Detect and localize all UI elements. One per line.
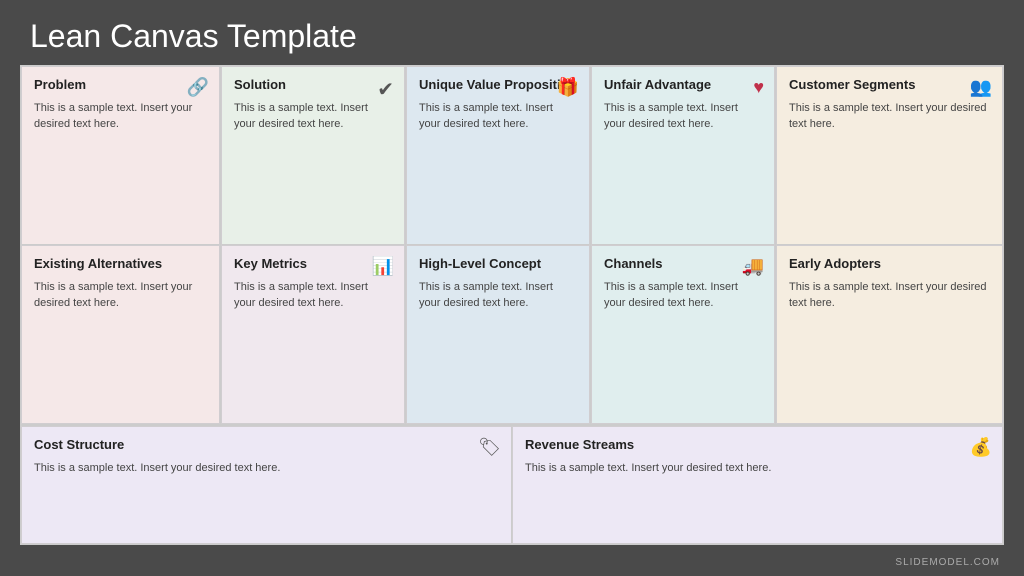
problem-cell: Problem 🔗 This is a sample text. Insert … (21, 66, 220, 245)
hlc-title: High-Level Concept (419, 256, 577, 273)
channels-icon: 🚚 (742, 256, 764, 277)
revenue-title: Revenue Streams (525, 437, 990, 454)
cost-title: Cost Structure (34, 437, 499, 454)
uvp-text: This is a sample text. Insert your desir… (419, 100, 577, 133)
cost-text: This is a sample text. Insert your desir… (34, 460, 499, 477)
unfair-cell: Unfair Advantage ♥ This is a sample text… (591, 66, 775, 245)
uvp-cell: Unique Value Proposition 🎁 This is a sam… (406, 66, 590, 245)
page-title: Lean Canvas Template (0, 0, 1024, 65)
revenue-icon: 💰 (970, 437, 992, 458)
problem-icon: 🔗 (187, 77, 209, 98)
early-text: This is a sample text. Insert your desir… (789, 279, 990, 312)
solution-cell: Solution ✔ This is a sample text. Insert… (221, 66, 405, 245)
unfair-section: Unfair Advantage ♥ This is a sample text… (591, 66, 776, 424)
customer-text: This is a sample text. Insert your desir… (789, 100, 990, 133)
unfair-title: Unfair Advantage (604, 77, 762, 94)
unfair-icon: ♥ (753, 77, 764, 98)
customer-icon: 👥 (970, 77, 992, 98)
unfair-text: This is a sample text. Insert your desir… (604, 100, 762, 133)
existing-cell: Existing Alternatives This is a sample t… (21, 245, 220, 424)
uvp-title: Unique Value Proposition (419, 77, 577, 94)
watermark: SLIDEMODEL.COM (895, 557, 1000, 568)
revenue-cell: Revenue Streams 💰 This is a sample text.… (512, 426, 1003, 544)
solution-title: Solution (234, 77, 392, 94)
early-cell: Early Adopters This is a sample text. In… (776, 245, 1003, 424)
channels-cell: Channels 🚚 This is a sample text. Insert… (591, 245, 775, 424)
solution-icon: ✔ (377, 77, 394, 102)
early-title: Early Adopters (789, 256, 990, 273)
problem-text: This is a sample text. Insert your desir… (34, 100, 207, 133)
solution-section: Solution ✔ This is a sample text. Insert… (221, 66, 406, 424)
lean-canvas: Problem 🔗 This is a sample text. Insert … (20, 65, 1004, 545)
cost-cell: Cost Structure 🏷 This is a sample text. … (21, 426, 512, 544)
revenue-text: This is a sample text. Insert your desir… (525, 460, 990, 477)
top-rows: Problem 🔗 This is a sample text. Insert … (21, 66, 1003, 424)
key-metrics-cell: Key Metrics 📊 This is a sample text. Ins… (221, 245, 405, 424)
solution-text: This is a sample text. Insert your desir… (234, 100, 392, 133)
hlc-cell: High-Level Concept This is a sample text… (406, 245, 590, 424)
right-section: Customer Segments 👥 This is a sample tex… (776, 66, 1003, 424)
existing-text: This is a sample text. Insert your desir… (34, 279, 207, 312)
uvp-icon: 🎁 (557, 77, 579, 98)
existing-title: Existing Alternatives (34, 256, 207, 273)
channels-title: Channels (604, 256, 762, 273)
left-section: Problem 🔗 This is a sample text. Insert … (21, 66, 221, 424)
channels-text: This is a sample text. Insert your desir… (604, 279, 762, 312)
hlc-text: This is a sample text. Insert your desir… (419, 279, 577, 312)
key-metrics-icon: 📊 (372, 256, 394, 277)
customer-cell: Customer Segments 👥 This is a sample tex… (776, 66, 1003, 245)
key-metrics-title: Key Metrics (234, 256, 392, 273)
customer-title: Customer Segments (789, 77, 990, 94)
bottom-row: Cost Structure 🏷 This is a sample text. … (21, 424, 1003, 544)
center-section: Unique Value Proposition 🎁 This is a sam… (406, 66, 591, 424)
key-metrics-text: This is a sample text. Insert your desir… (234, 279, 392, 312)
cost-icon: 🏷 (478, 437, 501, 458)
problem-title: Problem (34, 77, 207, 94)
